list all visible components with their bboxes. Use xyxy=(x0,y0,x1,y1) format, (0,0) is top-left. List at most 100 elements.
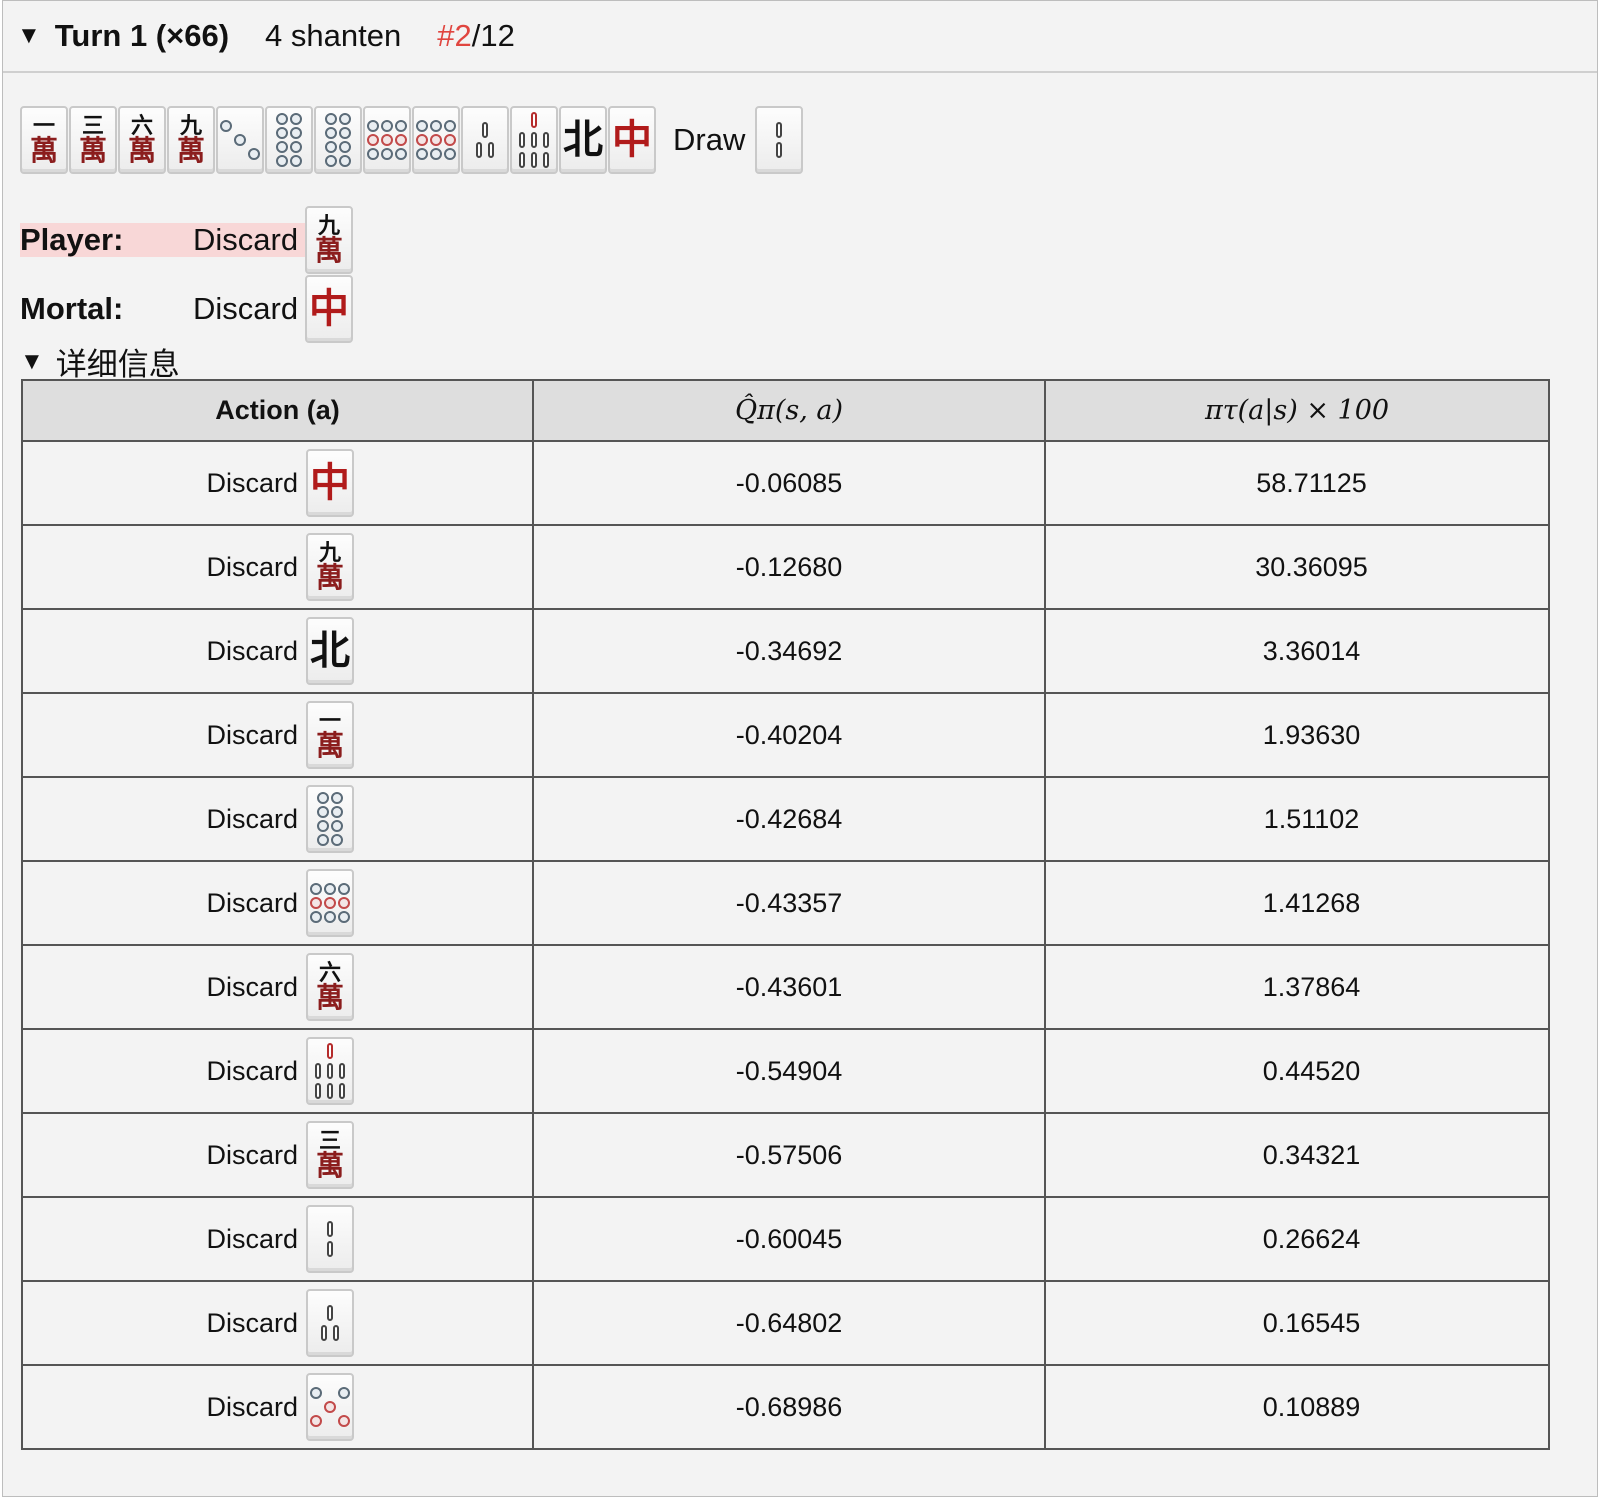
sou-row xyxy=(519,132,549,148)
collapse-triangle-icon[interactable]: ▼ xyxy=(17,22,41,50)
pin-dot xyxy=(310,1401,322,1413)
sou-stick xyxy=(327,1083,333,1099)
pin-dot xyxy=(248,148,260,160)
action-cell: Discard 一萬 xyxy=(21,692,534,778)
policy-cell: 0.26624 xyxy=(1044,1196,1550,1282)
sou-row xyxy=(327,1043,333,1059)
9p-tile xyxy=(412,106,460,174)
sou-row xyxy=(327,1305,333,1321)
sou-stick xyxy=(776,142,783,158)
action-wrap: Discard 中 xyxy=(206,449,354,517)
details-triangle-icon[interactable]: ▼ xyxy=(20,348,44,376)
pin-dot xyxy=(325,127,337,139)
action-label: Discard xyxy=(206,719,298,750)
sou-stick xyxy=(315,1083,321,1099)
pin-dot xyxy=(430,148,442,160)
north-glyph: 北 xyxy=(310,627,350,674)
sou-stick xyxy=(776,122,783,138)
header-action: Action (a) xyxy=(21,379,534,442)
q-value-cell: -0.57506 xyxy=(532,1112,1046,1198)
sou-row xyxy=(327,1221,333,1237)
pin-dot xyxy=(310,911,322,923)
6m-tile: 六萬 xyxy=(118,106,166,174)
sou-stick xyxy=(327,1063,333,1079)
action-cell: Discard 九萬 xyxy=(21,524,534,610)
pin-dot xyxy=(338,1387,350,1399)
table-row: Discard 九萬 -0.12680 30.36095 xyxy=(21,524,1550,610)
rank-total: /12 xyxy=(471,18,515,53)
pin-dot xyxy=(331,792,343,804)
sou-stick xyxy=(339,1063,345,1079)
action-cell: Discard 六萬 xyxy=(21,944,534,1030)
pin-dot xyxy=(339,127,351,139)
sou-sticks xyxy=(315,1043,345,1099)
details-toggle[interactable]: ▼ 详细信息 xyxy=(20,339,180,384)
sou-stick xyxy=(531,132,537,148)
table-row: Discard -0.68986 0.10889 xyxy=(21,1364,1550,1450)
pin-dot xyxy=(220,134,232,146)
pin-dot xyxy=(339,113,351,125)
9m-tile: 九萬 xyxy=(167,106,215,174)
action-cell: Discard xyxy=(21,1364,534,1450)
sou-stick xyxy=(519,132,525,148)
sou-stick xyxy=(543,132,549,148)
3p-tile xyxy=(216,106,264,174)
3m-tile: 三萬 xyxy=(69,106,117,174)
7s-tile xyxy=(306,1037,354,1105)
draw-label: Draw xyxy=(673,122,746,157)
pin-dot xyxy=(331,806,343,818)
5p-tile xyxy=(306,1373,354,1441)
sou-sticks xyxy=(327,1221,333,1257)
sou-stick xyxy=(339,1083,345,1099)
action-label: Discard xyxy=(206,1391,298,1422)
sou-row xyxy=(519,152,549,168)
man-glyph: 九萬 xyxy=(177,115,205,165)
q-value-cell: -0.60045 xyxy=(532,1196,1046,1282)
pin-dot xyxy=(331,820,343,832)
player-label: Player: xyxy=(20,222,124,257)
q-value-cell: -0.43601 xyxy=(532,944,1046,1030)
pin-dot xyxy=(395,134,407,146)
pin-dots xyxy=(276,113,302,167)
policy-cell: 1.51102 xyxy=(1044,776,1550,862)
action-cell: Discard 中 xyxy=(21,440,534,526)
pin-dot xyxy=(234,134,246,146)
pin-dot xyxy=(381,148,393,160)
action-wrap: Discard xyxy=(206,1289,354,1357)
policy-cell: 0.44520 xyxy=(1044,1028,1550,1114)
9m-tile: 九萬 xyxy=(305,206,353,274)
action-label: Discard xyxy=(206,971,298,1002)
chun-glyph: 中 xyxy=(612,116,652,163)
man-suit: 萬 xyxy=(176,134,205,167)
action-label: Discard xyxy=(206,551,298,582)
sou-sticks xyxy=(476,122,494,158)
action-label: Discard xyxy=(206,1055,298,1086)
man-glyph: 三萬 xyxy=(316,1130,344,1180)
turn-panel: ▼ Turn 1 (×66) 4 shanten #2/12 一萬三萬六萬九萬北… xyxy=(2,0,1598,1497)
sou-stick xyxy=(543,152,549,168)
action-wrap: Discard 一萬 xyxy=(206,701,354,769)
sou-stick xyxy=(482,122,488,138)
man-glyph: 三萬 xyxy=(79,115,107,165)
pin-dot xyxy=(339,155,351,167)
policy-cell: 1.37864 xyxy=(1044,944,1550,1030)
shanten-count: 4 shanten xyxy=(265,18,402,53)
pin-dots xyxy=(325,113,351,167)
pin-dot xyxy=(290,127,302,139)
pin-dot xyxy=(324,911,336,923)
q-value-cell: -0.54904 xyxy=(532,1028,1046,1114)
mortal-label: Mortal: xyxy=(20,291,124,326)
north-tile: 北 xyxy=(559,106,607,174)
action-cell: Discard xyxy=(21,860,534,946)
pin-dot xyxy=(416,148,428,160)
hand-tiles: 一萬三萬六萬九萬 北中 Draw xyxy=(20,106,804,174)
pin-dot xyxy=(290,113,302,125)
sou-stick xyxy=(519,152,525,168)
table-row: Discard -0.64802 0.16545 xyxy=(21,1280,1550,1366)
pin-dot xyxy=(416,134,428,146)
q-value-cell: -0.06085 xyxy=(532,440,1046,526)
man-glyph: 六萬 xyxy=(128,115,156,165)
3s-tile xyxy=(461,106,509,174)
turn-summary[interactable]: ▼ Turn 1 (×66) 4 shanten #2/12 xyxy=(3,1,1597,73)
7s-tile xyxy=(510,106,558,174)
